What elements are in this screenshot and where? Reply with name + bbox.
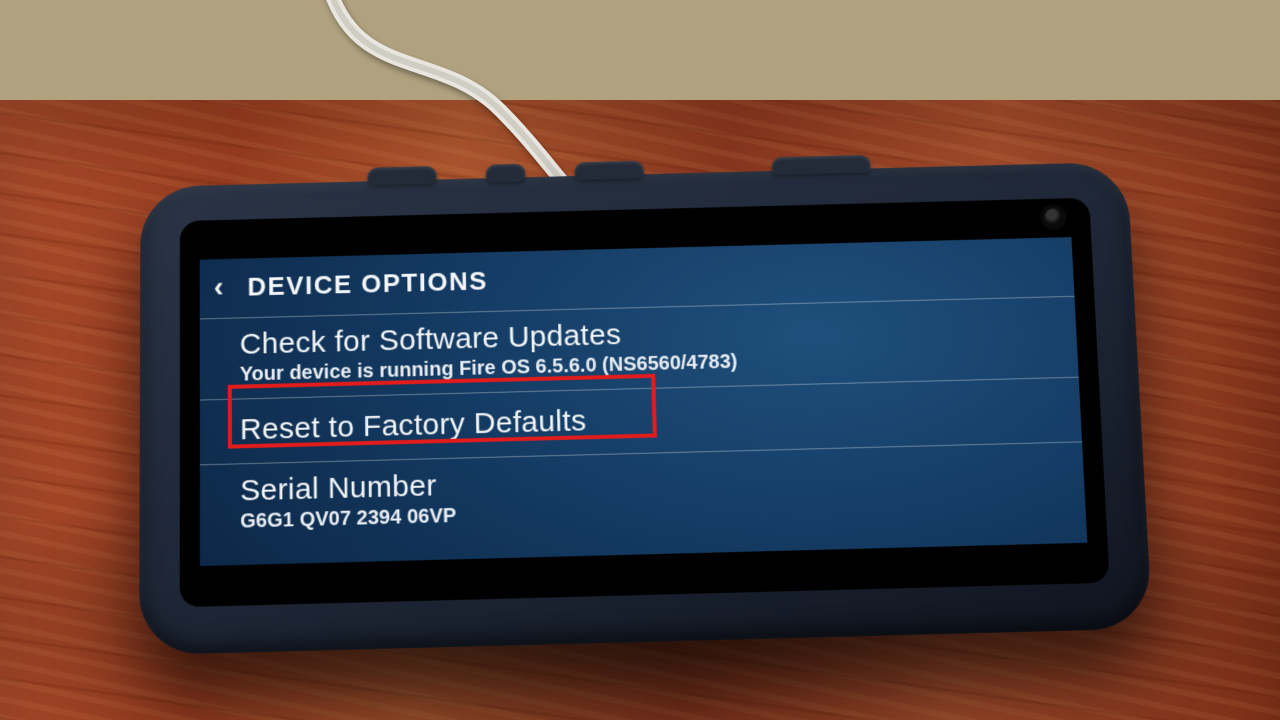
volume-down-button[interactable] xyxy=(367,166,436,185)
camera-shutter-switch[interactable] xyxy=(772,155,871,175)
echo-show-device: ‹ DEVICE OPTIONS Check for Software Upda… xyxy=(139,162,1152,655)
item-title: Reset to Factory Defaults xyxy=(240,392,1063,447)
front-camera xyxy=(1044,208,1063,226)
volume-up-button[interactable] xyxy=(574,161,643,180)
page-title: DEVICE OPTIONS xyxy=(247,265,488,302)
settings-panel: ‹ DEVICE OPTIONS Check for Software Upda… xyxy=(200,237,1088,566)
mic-hole xyxy=(486,164,526,182)
back-chevron-icon[interactable]: ‹ xyxy=(208,269,230,307)
device-screen: ‹ DEVICE OPTIONS Check for Software Upda… xyxy=(180,198,1110,608)
